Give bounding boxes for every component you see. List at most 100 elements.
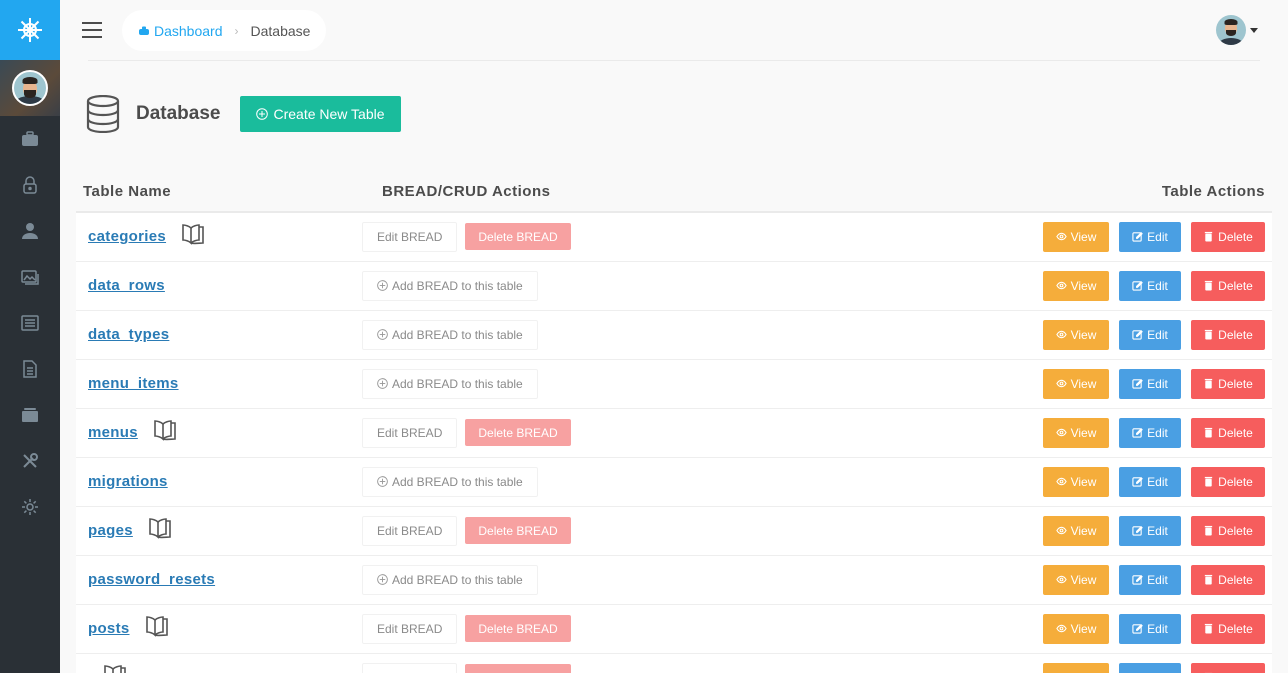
edit-button[interactable]: Edit <box>1119 466 1181 497</box>
delete-button[interactable]: Delete <box>1191 319 1265 350</box>
view-button[interactable]: View <box>1043 466 1109 497</box>
trash-icon <box>1204 280 1213 291</box>
edit-bread-button[interactable]: Edit BREAD <box>362 613 458 644</box>
delete-button[interactable]: Delete <box>1191 417 1265 448</box>
delete-button[interactable]: Delete <box>1191 515 1265 546</box>
delete-button[interactable]: Delete <box>1191 564 1265 595</box>
bread-actions-cell: Edit BREAD Delete BREAD <box>362 604 792 654</box>
edit-bread-button[interactable]: Edit BREAD <box>362 515 458 546</box>
avatar <box>1216 15 1246 45</box>
sidebar-item-settings[interactable] <box>0 484 60 530</box>
plus-circle-icon <box>377 476 388 487</box>
view-button[interactable]: View <box>1043 613 1109 644</box>
delete-button[interactable]: Delete <box>1191 613 1265 644</box>
breadcrumb-dashboard-link[interactable]: Dashboard <box>138 23 223 39</box>
view-button[interactable]: View <box>1043 270 1109 301</box>
sidebar-item-user[interactable] <box>0 208 60 254</box>
table-header-row: Table Name BREAD/CRUD Actions Table Acti… <box>76 172 1272 213</box>
view-button[interactable]: View <box>1043 319 1109 350</box>
sidebar-item-pages[interactable] <box>0 346 60 392</box>
user-menu[interactable] <box>1216 15 1258 45</box>
bread-actions-cell: Add BREAD to this table <box>362 359 792 409</box>
bread-book-icon <box>180 223 206 250</box>
view-button[interactable]: View <box>1043 221 1109 252</box>
database-tables: Table Name BREAD/CRUD Actions Table Acti… <box>76 172 1272 673</box>
delete-bread-button[interactable]: Delete BREAD <box>465 615 571 642</box>
delete-bread-label: Delete BREAD <box>478 229 558 244</box>
edit-bread-button[interactable]: Edit BREAD <box>362 417 458 448</box>
edit-button[interactable]: Edit <box>1119 417 1181 448</box>
sidebar-item-lock[interactable] <box>0 162 60 208</box>
sidebar-item-posts[interactable] <box>0 300 60 346</box>
view-button[interactable]: View <box>1043 368 1109 399</box>
edit-label: Edit <box>1147 376 1168 391</box>
add-bread-button[interactable]: Add BREAD to this table <box>362 270 538 301</box>
table-name-link[interactable]: migrations <box>88 473 168 490</box>
edit-button[interactable]: Edit <box>1119 662 1181 673</box>
table-actions-cell: View Edit Delete <box>791 261 1272 311</box>
trash-icon <box>1204 476 1213 487</box>
eye-icon <box>1055 281 1067 290</box>
delete-bread-button[interactable]: Delete BREAD <box>465 419 571 446</box>
hamburger-menu-icon[interactable] <box>82 22 102 38</box>
table-name-cell <box>76 653 375 673</box>
edit-button[interactable]: Edit <box>1119 319 1181 350</box>
table-name-link[interactable]: data_rows <box>88 277 165 294</box>
delete-bread-button[interactable]: Delete BREAD <box>465 517 571 544</box>
sidebar-user-avatar[interactable] <box>0 60 60 116</box>
add-bread-button[interactable]: Add BREAD to this table <box>362 368 538 399</box>
delete-button[interactable]: Delete <box>1191 270 1265 301</box>
view-button[interactable]: View <box>1043 515 1109 546</box>
delete-bread-button[interactable]: Delete BREAD <box>465 664 571 673</box>
table-name-link[interactable]: password_resets <box>88 571 215 588</box>
delete-button[interactable]: Delete <box>1191 662 1265 673</box>
table-name-link[interactable]: menu_items <box>88 375 179 392</box>
add-bread-button[interactable]: Add BREAD to this table <box>362 319 538 350</box>
sidebar-item-tools[interactable] <box>0 438 60 484</box>
table-name-link[interactable]: posts <box>88 620 130 637</box>
edit-button[interactable]: Edit <box>1119 564 1181 595</box>
table-name-cell: menus <box>76 408 375 458</box>
delete-label: Delete <box>1218 621 1253 636</box>
view-button[interactable]: View <box>1043 662 1109 673</box>
table-name-link[interactable]: pages <box>88 522 133 539</box>
table-name-cell: data_types <box>76 310 375 360</box>
add-bread-button[interactable]: Add BREAD to this table <box>362 466 538 497</box>
edit-button[interactable]: Edit <box>1119 368 1181 399</box>
table-row: pages Edit BREAD Delete BREAD View Edit … <box>76 506 1272 556</box>
user-icon <box>22 223 38 239</box>
logo-helm-icon[interactable] <box>0 0 60 60</box>
table-name-link[interactable]: categories <box>88 228 166 245</box>
sidebar-item-media[interactable] <box>0 254 60 300</box>
caret-down-icon <box>1250 27 1258 33</box>
delete-button[interactable]: Delete <box>1191 221 1265 252</box>
delete-button[interactable]: Delete <box>1191 368 1265 399</box>
table-name-link[interactable]: data_types <box>88 326 169 343</box>
table-name-link[interactable]: menus <box>88 424 138 441</box>
edit-button[interactable]: Edit <box>1119 613 1181 644</box>
edit-button[interactable]: Edit <box>1119 270 1181 301</box>
table-name-cell: data_rows <box>76 261 375 311</box>
delete-bread-button[interactable]: Delete BREAD <box>465 223 571 251</box>
breadcrumb-dashboard-label: Dashboard <box>154 22 223 39</box>
eye-icon <box>1055 624 1067 633</box>
edit-bread-button[interactable]: Edit BREAD <box>362 221 458 252</box>
sidebar-item-categories[interactable] <box>0 392 60 438</box>
view-label: View <box>1070 229 1097 244</box>
edit-bread-button[interactable]: Edit BREAD <box>362 662 458 673</box>
edit-button[interactable]: Edit <box>1119 515 1181 546</box>
view-button[interactable]: View <box>1043 417 1109 448</box>
delete-bread-label: Delete BREAD <box>478 425 558 440</box>
bread-actions-cell: Add BREAD to this table <box>362 555 792 605</box>
table-actions-cell: View Edit Delete <box>791 212 1272 262</box>
create-new-table-button[interactable]: Create New Table <box>239 96 401 132</box>
add-bread-button[interactable]: Add BREAD to this table <box>362 564 538 595</box>
delete-button[interactable]: Delete <box>1191 466 1265 497</box>
table-name-cell: password_resets <box>76 555 375 605</box>
view-label: View <box>1070 572 1097 587</box>
view-button[interactable]: View <box>1043 564 1109 595</box>
column-header-table-name: Table Name <box>76 172 375 213</box>
edit-button[interactable]: Edit <box>1119 221 1181 252</box>
sidebar-item-briefcase[interactable] <box>0 116 60 162</box>
edit-label: Edit <box>1147 572 1168 587</box>
